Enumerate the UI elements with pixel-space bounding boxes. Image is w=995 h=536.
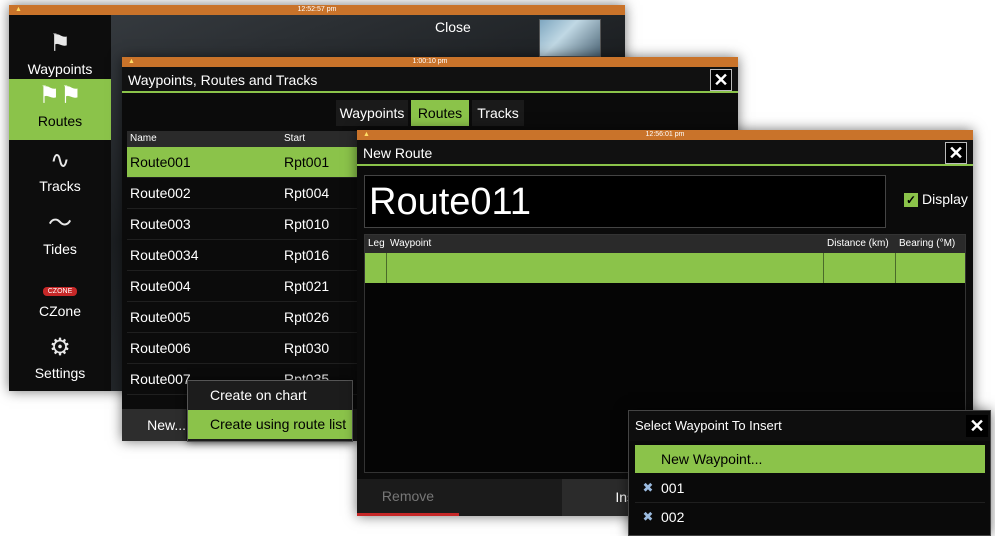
status-bar: ▲ 1:00:10 pm <box>122 57 738 67</box>
close-button[interactable]: Close <box>435 19 471 35</box>
sidebar-item-label: Tracks <box>39 178 81 194</box>
sidebar-item-tides[interactable]: 〜 Tides <box>9 207 111 268</box>
sidebar-item-label: Tides <box>43 241 77 257</box>
tides-icon: 〜 <box>48 210 72 237</box>
dialog-title-bar: Waypoints, Routes and Tracks ✕ <box>122 67 738 93</box>
column-header-waypoint: Waypoint <box>390 238 432 249</box>
warning-icon: ▲ <box>15 6 22 13</box>
routes-icon: ⚑⚑ <box>38 82 82 109</box>
new-button[interactable]: New... <box>122 409 186 441</box>
table-row[interactable] <box>365 253 965 283</box>
list-item-new-waypoint[interactable]: New Waypoint... <box>635 445 985 473</box>
select-waypoint-dialog: Select Waypoint To Insert ✕ New Waypoint… <box>628 410 991 536</box>
sidebar-item-routes[interactable]: ⚑⚑ Routes <box>9 79 111 140</box>
status-bar: ▲ 12:52:57 pm <box>9 5 625 15</box>
status-clock: 12:52:57 pm <box>297 6 337 13</box>
tab-tracks[interactable]: Tracks <box>472 100 524 126</box>
status-clock: 1:00:10 pm <box>412 58 448 65</box>
czone-icon: CZONE <box>9 269 111 303</box>
sidebar-item-czone[interactable]: CZONE CZone <box>9 269 111 330</box>
table-header: Leg Waypoint Distance (km) Bearing (°M) <box>365 235 965 253</box>
display-checkbox[interactable]: ✓ <box>904 193 918 207</box>
list-item[interactable]: ✖ 002 <box>635 503 985 531</box>
column-header-distance: Distance (km) <box>827 238 889 249</box>
menu-item-create-using-route-list[interactable]: Create using route list <box>188 410 352 439</box>
sidebar-item-label: Settings <box>34 365 86 381</box>
sidebar-item-settings[interactable]: ⚙ Settings <box>9 331 111 391</box>
tab-routes[interactable]: Routes <box>411 100 469 126</box>
status-clock: 12:56:01 pm <box>645 131 685 138</box>
waypoint-icon: ✖ <box>642 480 654 495</box>
column-header-name: Name <box>130 133 157 144</box>
dialog-title: Waypoints, Routes and Tracks <box>128 72 318 88</box>
close-icon[interactable]: ✕ <box>710 69 732 91</box>
dialog-title: Select Waypoint To Insert <box>635 418 782 433</box>
list-item[interactable]: ✖ 001 <box>635 474 985 503</box>
menu-item-create-on-chart[interactable]: Create on chart <box>188 381 352 410</box>
route-name-field[interactable]: Route011 <box>364 175 886 228</box>
leg-cell <box>365 253 387 283</box>
sidebar: ⚑ Waypoints ⚑⚑ Routes ∿ Tracks 〜 Tides C… <box>9 15 111 391</box>
sidebar-item-label: Routes <box>37 113 83 129</box>
status-bar: ▲ 12:56:01 pm <box>357 130 973 140</box>
waypoint-icon: ✖ <box>642 509 654 524</box>
dialog-title: New Route <box>363 145 433 161</box>
remove-button[interactable]: Remove <box>357 479 459 516</box>
warning-icon: ▲ <box>363 131 370 138</box>
close-icon[interactable]: ✕ <box>966 415 988 437</box>
flag-icon: ⚑ <box>49 30 71 57</box>
tracks-icon: ∿ <box>49 147 71 174</box>
display-label: Display <box>922 191 968 207</box>
sidebar-item-label: CZone <box>38 303 82 319</box>
distance-cell <box>824 253 896 283</box>
waypoint-cell <box>387 253 824 283</box>
column-header-bearing: Bearing (°M) <box>899 238 956 249</box>
gear-icon: ⚙ <box>49 334 71 361</box>
sidebar-item-label: Waypoints <box>27 61 93 77</box>
warning-icon: ▲ <box>128 58 135 65</box>
dialog-title-bar: Select Waypoint To Insert ✕ <box>629 411 990 441</box>
chart-thumbnail[interactable] <box>539 19 601 57</box>
close-icon[interactable]: ✕ <box>945 142 967 164</box>
sidebar-item-tracks[interactable]: ∿ Tracks <box>9 144 111 205</box>
column-header-start: Start <box>284 133 306 144</box>
column-header-leg: Leg <box>368 238 385 249</box>
create-route-menu: Create on chart Create using route list <box>187 380 353 442</box>
dialog-title-bar: New Route ✕ <box>357 140 973 166</box>
tab-waypoints[interactable]: Waypoints <box>336 100 408 126</box>
